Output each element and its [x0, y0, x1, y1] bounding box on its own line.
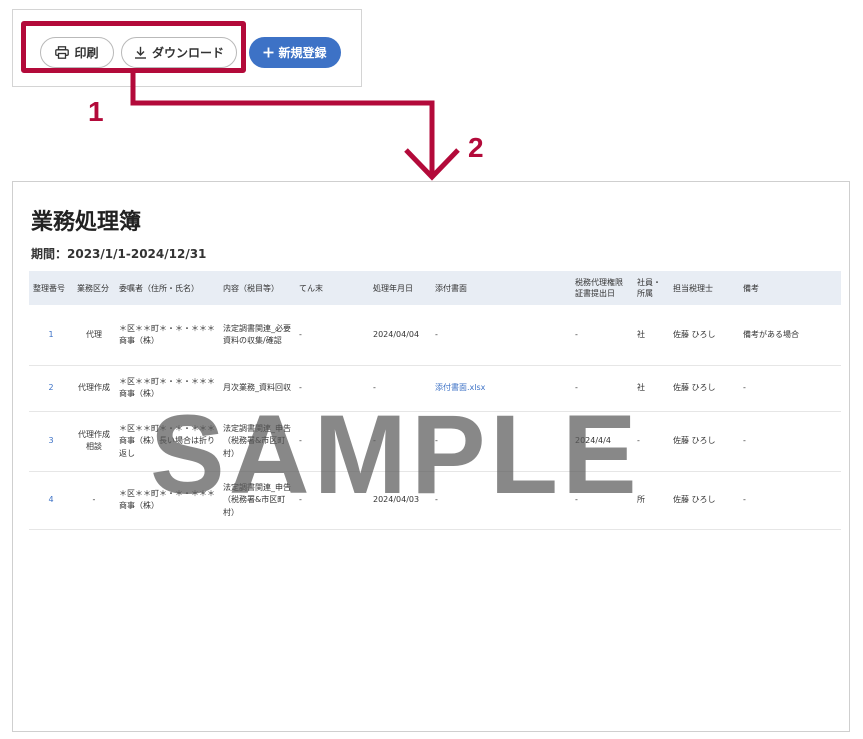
- record-number-link[interactable]: 3: [29, 411, 73, 472]
- cell-staff: 社: [633, 305, 669, 366]
- cell-accountant: 佐藤 ひろし: [669, 305, 739, 366]
- column-header: 担当税理士: [669, 271, 739, 306]
- column-header: 業務区分: [73, 271, 115, 306]
- sample-watermark: SAMPLE: [150, 392, 641, 517]
- cell-category: 代理作成: [73, 365, 115, 412]
- step-arrow: [130, 73, 460, 181]
- cell-remarks: -: [739, 411, 841, 472]
- column-header: 税務代理権限証書提出日: [571, 271, 633, 306]
- record-number-link[interactable]: 2: [29, 365, 73, 412]
- document-period: 期間：2023/1/1-2024/12/31: [31, 247, 207, 261]
- cell-date: 2024/04/04: [369, 305, 431, 366]
- column-header: 整理番号: [29, 271, 73, 306]
- cell-proxy-date: -: [571, 305, 633, 366]
- cell-content: 法定調書関連_必要資料の収集/確認: [219, 305, 295, 366]
- column-header: 社員・所属: [633, 271, 669, 306]
- column-header: 処理年月日: [369, 271, 431, 306]
- cell-accountant: 佐藤 ひろし: [669, 411, 739, 472]
- cell-remarks: -: [739, 471, 841, 530]
- cell-outcome: -: [295, 305, 369, 366]
- column-header: てん末: [295, 271, 369, 306]
- cell-accountant: 佐藤 ひろし: [669, 471, 739, 530]
- column-header: 添付書面: [431, 271, 571, 306]
- step-number-2: 2: [468, 132, 484, 163]
- cell-category: 代理作成相談: [73, 411, 115, 472]
- cell-accountant: 佐藤 ひろし: [669, 365, 739, 412]
- cell-attachment: -: [431, 305, 571, 366]
- record-number-link[interactable]: 4: [29, 471, 73, 530]
- column-header: 委嘱者（住所・氏名）: [115, 271, 219, 306]
- cell-client: ＊区＊＊町＊・＊・＊＊＊商事（株）: [115, 305, 219, 366]
- column-header: 備考: [739, 271, 841, 306]
- cell-category: 代理: [73, 305, 115, 366]
- table-header-row: 整理番号 業務区分 委嘱者（住所・氏名） 内容（税目等） てん末 処理年月日 添…: [29, 271, 841, 306]
- cell-category: -: [73, 471, 115, 530]
- step-number-1: 1: [88, 96, 104, 127]
- column-header: 内容（税目等）: [219, 271, 295, 306]
- document-title: 業務処理簿: [31, 210, 142, 235]
- table-row: 1 代理 ＊区＊＊町＊・＊・＊＊＊商事（株） 法定調書関連_必要資料の収集/確認…: [29, 305, 841, 366]
- cell-remarks: -: [739, 365, 841, 412]
- record-number-link[interactable]: 1: [29, 305, 73, 366]
- cell-remarks: 備考がある場合: [739, 305, 841, 366]
